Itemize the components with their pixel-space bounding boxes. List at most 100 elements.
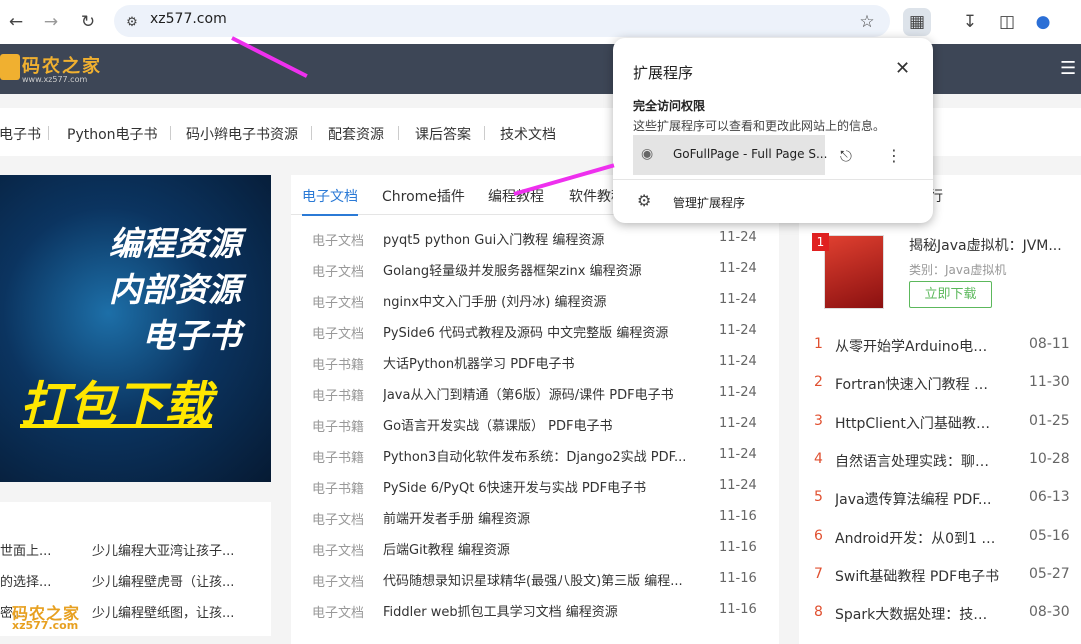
row-title[interactable]: nginx中文入门手册 (刘丹冰) 编程资源 bbox=[383, 291, 713, 310]
row-title[interactable]: pyqt5 python Gui入门教程 编程资源 bbox=[383, 229, 713, 248]
row-title[interactable]: 大话Python机器学习 PDF电子书 bbox=[383, 353, 713, 372]
row-category[interactable]: 电子书籍 bbox=[312, 447, 364, 466]
popup-section-heading: 完全访问权限 bbox=[633, 99, 706, 113]
nav-item[interactable]: 电子书 bbox=[0, 124, 41, 144]
ranking-row[interactable]: 7 Swift基础教程 PDF电子书 05-27 bbox=[799, 566, 1081, 604]
row-title[interactable]: 代码随想录知识星球精华(最强八股文)第三版 编程... bbox=[383, 570, 713, 589]
list-item[interactable]: 的选择... bbox=[0, 571, 70, 590]
row-category[interactable]: 电子文档 bbox=[312, 292, 364, 311]
list-item[interactable]: 世面上... bbox=[0, 540, 70, 559]
ranking-row[interactable]: 3 HttpClient入门基础教程... 01-25 bbox=[799, 413, 1081, 451]
sidepanel-icon[interactable]: ◫ bbox=[993, 8, 1021, 36]
ranking-row[interactable]: 5 Java遗传算法编程 PDF... 06-13 bbox=[799, 489, 1081, 527]
row-category[interactable]: 电子文档 bbox=[312, 571, 364, 590]
more-options-icon[interactable]: ⋮ bbox=[886, 146, 902, 165]
camera-icon: ◉ bbox=[641, 146, 654, 162]
table-row[interactable]: 电子书籍 Python3自动化软件发布系统：Django2实战 PDF... 11-… bbox=[291, 441, 779, 472]
site-info-icon[interactable]: ⚙ bbox=[118, 8, 146, 36]
row-category[interactable]: 电子书籍 bbox=[312, 478, 364, 497]
ranking-row[interactable]: 4 自然语言处理实践：聊天... 10-28 bbox=[799, 451, 1081, 489]
row-date: 11-24 bbox=[719, 292, 757, 307]
rank-title[interactable]: 自然语言处理实践：聊天... bbox=[835, 451, 1000, 471]
ranking-row[interactable]: 8 Spark大数据处理：技术... 08-30 bbox=[799, 604, 1081, 642]
gear-icon[interactable]: ⚙ bbox=[637, 191, 651, 210]
table-row[interactable]: 电子书籍 Go语言开发实战（慕课版） PDF电子书 11-24 bbox=[291, 410, 779, 441]
table-row[interactable]: 电子文档 代码随想录知识星球精华(最强八股文)第三版 编程... 11-16 bbox=[291, 565, 779, 596]
row-category[interactable]: 电子文档 bbox=[312, 323, 364, 342]
row-category[interactable]: 电子书籍 bbox=[312, 354, 364, 373]
table-row[interactable]: 电子文档 前端开发者手册 编程资源 11-16 bbox=[291, 503, 779, 534]
rank-title[interactable]: Android开发：从0到1 P... bbox=[835, 528, 1000, 548]
extension-name[interactable]: GoFullPage - Full Page S... bbox=[673, 147, 827, 161]
row-category[interactable]: 电子书籍 bbox=[312, 416, 364, 435]
profile-icon[interactable]: ● bbox=[1029, 8, 1057, 36]
rank-title[interactable]: Spark大数据处理：技术... bbox=[835, 604, 1000, 624]
row-category[interactable]: 电子文档 bbox=[312, 540, 364, 559]
rank-number: 5 bbox=[814, 489, 823, 506]
download-icon[interactable]: ↧ bbox=[956, 8, 984, 36]
rank-number: 1 bbox=[814, 336, 823, 352]
table-row[interactable]: 电子书籍 大话Python机器学习 PDF电子书 11-24 bbox=[291, 348, 779, 379]
row-title[interactable]: 后端Git教程 编程资源 bbox=[383, 539, 713, 558]
tab-docs[interactable]: 电子文档 bbox=[302, 186, 358, 216]
nav-item[interactable]: 课后答案 bbox=[415, 124, 471, 144]
ranking-row[interactable]: 2 Fortran快速入门教程 编... 11-30 bbox=[799, 374, 1081, 412]
row-title[interactable]: PySide 6/PyQt 6快速开发与实战 PDF电子书 bbox=[383, 477, 713, 496]
ranking-row[interactable]: 6 Android开发：从0到1 P... 05-16 bbox=[799, 528, 1081, 566]
row-title[interactable]: 前端开发者手册 编程资源 bbox=[383, 508, 713, 527]
rank-title[interactable]: Java遗传算法编程 PDF... bbox=[835, 489, 1000, 509]
row-date: 11-24 bbox=[719, 261, 757, 276]
pin-icon[interactable]: ⎋ bbox=[840, 147, 852, 165]
top-book-title[interactable]: 揭秘Java虚拟机：JVM... bbox=[909, 235, 1062, 255]
row-title[interactable]: PySide6 代码式教程及源码 中文完整版 编程资源 bbox=[383, 322, 713, 341]
table-row[interactable]: 电子书籍 PySide 6/PyQt 6快速开发与实战 PDF电子书 11-24 bbox=[291, 472, 779, 503]
menu-icon[interactable]: ☰ bbox=[1060, 58, 1076, 79]
close-icon[interactable]: ✕ bbox=[895, 58, 910, 79]
download-button[interactable]: 立即下载 bbox=[909, 281, 992, 308]
rank-title[interactable]: HttpClient入门基础教程... bbox=[835, 413, 1000, 433]
nav-item[interactable]: 配套资源 bbox=[328, 124, 384, 144]
table-row[interactable]: 电子文档 Golang轻量级并发服务器框架zinx 编程资源 11-24 bbox=[291, 255, 779, 286]
ranking-row[interactable]: 1 从零开始学Arduino电子... 08-11 bbox=[799, 336, 1081, 374]
table-row[interactable]: 电子文档 pyqt5 python Gui入门教程 编程资源 11-24 bbox=[291, 224, 779, 255]
url-text[interactable]: xz577.com bbox=[150, 11, 227, 27]
back-icon[interactable]: ← bbox=[2, 8, 30, 36]
nav-divider bbox=[170, 126, 171, 140]
list-item[interactable]: 少儿编程壁虎哥（让孩... bbox=[92, 571, 262, 590]
row-title[interactable]: Java从入门到精通（第6版）源码/课件 PDF电子书 bbox=[383, 384, 713, 403]
row-title[interactable]: Golang轻量级并发服务器框架zinx 编程资源 bbox=[383, 260, 713, 279]
forward-icon[interactable]: → bbox=[37, 8, 65, 36]
table-row[interactable]: 电子文档 Fiddler web抓包工具学习文档 编程资源 11-16 bbox=[291, 596, 779, 627]
rank-title[interactable]: Fortran快速入门教程 编... bbox=[835, 374, 1000, 394]
row-category[interactable]: 电子文档 bbox=[312, 509, 364, 528]
row-category[interactable]: 电子文档 bbox=[312, 602, 364, 621]
list-item[interactable]: 少儿编程壁纸图，让孩... bbox=[92, 602, 262, 621]
rank-title[interactable]: 从零开始学Arduino电子... bbox=[835, 336, 1000, 356]
list-item[interactable]: 少儿编程大亚湾让孩子... bbox=[92, 540, 262, 559]
popup-title: 扩展程序 bbox=[633, 64, 694, 82]
tab-chrome[interactable]: Chrome插件 bbox=[382, 186, 465, 206]
manage-extensions-link[interactable]: 管理扩展程序 bbox=[673, 194, 745, 211]
book-cover[interactable] bbox=[824, 235, 884, 309]
star-icon[interactable]: ☆ bbox=[853, 8, 881, 36]
extensions-icon[interactable]: ▦ bbox=[903, 8, 931, 36]
address-bar[interactable] bbox=[114, 5, 890, 37]
table-row[interactable]: 电子文档 后端Git教程 编程资源 11-16 bbox=[291, 534, 779, 565]
row-title[interactable]: Go语言开发实战（慕课版） PDF电子书 bbox=[383, 415, 713, 434]
row-title[interactable]: Python3自动化软件发布系统：Django2实战 PDF... bbox=[383, 446, 713, 465]
table-row[interactable]: 电子文档 PySide6 代码式教程及源码 中文完整版 编程资源 11-24 bbox=[291, 317, 779, 348]
promo-banner[interactable]: 编程资源 内部资源 电子书 打包下载 bbox=[0, 175, 271, 482]
row-category[interactable]: 电子文档 bbox=[312, 261, 364, 280]
row-category[interactable]: 电子文档 bbox=[312, 230, 364, 249]
nav-item[interactable]: 码小辫电子书资源 bbox=[186, 124, 298, 144]
extension-item[interactable]: ◉ GoFullPage - Full Page S... bbox=[633, 135, 827, 175]
rank-title[interactable]: Swift基础教程 PDF电子书 bbox=[835, 566, 1000, 586]
table-row[interactable]: 电子书籍 Java从入门到精通（第6版）源码/课件 PDF电子书 11-24 bbox=[291, 379, 779, 410]
nav-item[interactable]: 技术文档 bbox=[500, 124, 556, 144]
rank-date: 01-25 bbox=[1029, 412, 1070, 429]
table-row[interactable]: 电子文档 nginx中文入门手册 (刘丹冰) 编程资源 11-24 bbox=[291, 286, 779, 317]
row-category[interactable]: 电子书籍 bbox=[312, 385, 364, 404]
reload-icon[interactable]: ↻ bbox=[74, 8, 102, 36]
nav-item[interactable]: Python电子书 bbox=[67, 124, 158, 144]
row-title[interactable]: Fiddler web抓包工具学习文档 编程资源 bbox=[383, 601, 713, 620]
